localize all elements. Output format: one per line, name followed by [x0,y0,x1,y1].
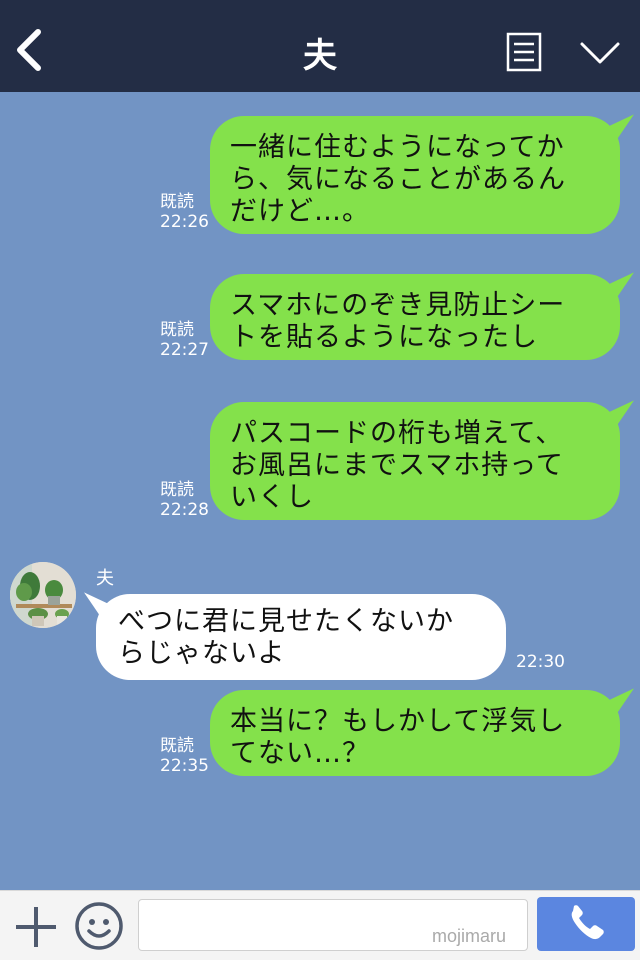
message-time: 22:28 [160,500,209,520]
message-line: だけど…。 [230,196,370,227]
message-line: てない…？ [230,738,370,769]
message-composer [0,890,640,960]
back-button[interactable] [10,24,54,76]
message-time: 22:26 [160,212,209,232]
add-attachment-button[interactable] [14,905,58,949]
message-line: トを貼るようになったし [230,322,538,353]
message-input[interactable] [138,899,528,951]
plant-avatar-image [10,562,76,628]
note-button[interactable] [506,32,542,72]
message-line: いくし [230,482,314,513]
message-line: パスコードの桁も増えて、 [230,418,564,449]
message-line: ら、気になることがあるん [230,164,566,195]
plus-icon [16,907,56,947]
read-receipt: 既読 [160,192,194,212]
outgoing-message-bubble[interactable]: 本当に？もしかして浮気し てない…？ [210,690,620,776]
read-receipt: 既読 [160,480,194,500]
message-line: スマホにのぞき見防止シー [230,290,566,321]
phone-icon [571,905,604,940]
chevron-down-icon [580,42,620,64]
note-icon [506,32,542,72]
incoming-message-bubble[interactable]: べつに君に見せたくないか らじゃないよ [96,594,506,680]
message-meta: 既読 22:28 [160,480,209,520]
call-button[interactable] [537,897,635,951]
expand-menu-button[interactable] [578,36,622,68]
outgoing-message-bubble[interactable]: スマホにのぞき見防止シー トを貼るようになったし [210,274,620,360]
message-line: 一緒に住むようになってか [230,132,565,163]
message-time: 22:27 [160,340,209,360]
avatar[interactable] [10,562,76,628]
message-meta: 22:30 [516,652,565,672]
sender-name: 夫 [96,568,114,589]
chat-title: 夫 [303,36,337,76]
message-line: お風呂にまでスマホ持って [230,450,564,481]
message-meta: 既読 22:26 [160,192,209,232]
outgoing-message-bubble[interactable]: 一緒に住むようになってか ら、気になることがあるん だけど…。 [210,116,620,234]
message-line: らじゃないよ [118,638,286,669]
message-meta: 既読 22:27 [160,320,209,360]
chat-area[interactable]: 既読 22:26 一緒に住むようになってか ら、気になることがあるん だけど…。… [0,92,640,890]
emoji-button[interactable] [74,901,124,951]
message-meta: 既読 22:35 [160,736,209,776]
message-line: べつに君に見せたくないか [118,606,454,637]
message-time: 22:30 [516,652,565,672]
message-time: 22:35 [160,756,209,776]
read-receipt: 既読 [160,320,194,340]
read-receipt: 既読 [160,736,194,756]
chevron-left-icon [17,29,41,71]
outgoing-message-bubble[interactable]: パスコードの桁も増えて、 お風呂にまでスマホ持って いくし [210,402,620,520]
chat-header: 夫 [0,0,640,92]
smiley-icon [75,902,123,950]
message-line: 本当に？もしかして浮気し [230,706,566,737]
